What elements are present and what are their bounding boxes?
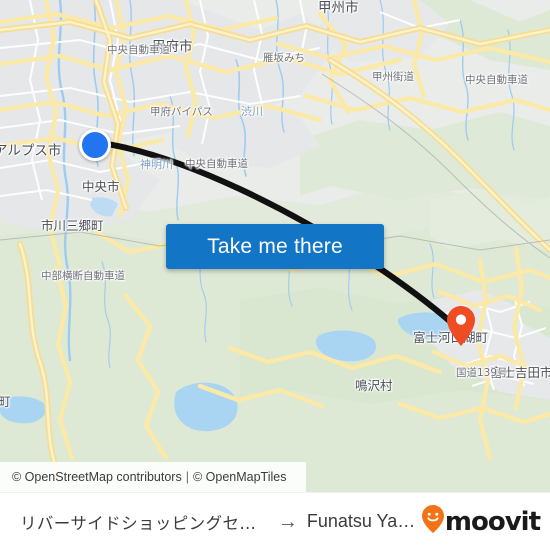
route-destination-label: Funatsu Yam… <box>306 511 422 531</box>
moovit-map-screen: 甲府市 甲州市 雁坂みち 甲州街道 甲府バイパス 渋川 中央自動車道 中央自動車道 中央自動車道… <box>0 0 550 550</box>
destination-marker[interactable] <box>447 306 475 346</box>
route-footer-bar: リバーサイドショッピングセンタ… → Funatsu Yam… moovit <box>0 492 550 550</box>
moovit-wordmark: moovit <box>444 506 541 537</box>
attribution-separator: | <box>185 470 189 484</box>
map-attribution: © OpenStreetMap contributors | © OpenMap… <box>0 462 306 492</box>
moovit-pin-icon <box>421 505 444 538</box>
osm-attribution-link[interactable]: © OpenStreetMap contributors <box>12 470 182 484</box>
moovit-logo[interactable]: moovit <box>421 505 541 538</box>
map-canvas[interactable]: 甲府市 甲州市 雁坂みち 甲州街道 甲府バイパス 渋川 中央自動車道 中央自動車道 中央自動車道… <box>0 0 550 492</box>
openmaptiles-attribution-link[interactable]: © OpenMapTiles <box>193 470 287 484</box>
arrow-right-icon: → <box>277 510 298 533</box>
route-origin-label: リバーサイドショッピングセンタ… <box>20 513 272 533</box>
origin-marker[interactable] <box>79 129 111 161</box>
take-me-there-button[interactable]: Take me there <box>166 224 384 269</box>
